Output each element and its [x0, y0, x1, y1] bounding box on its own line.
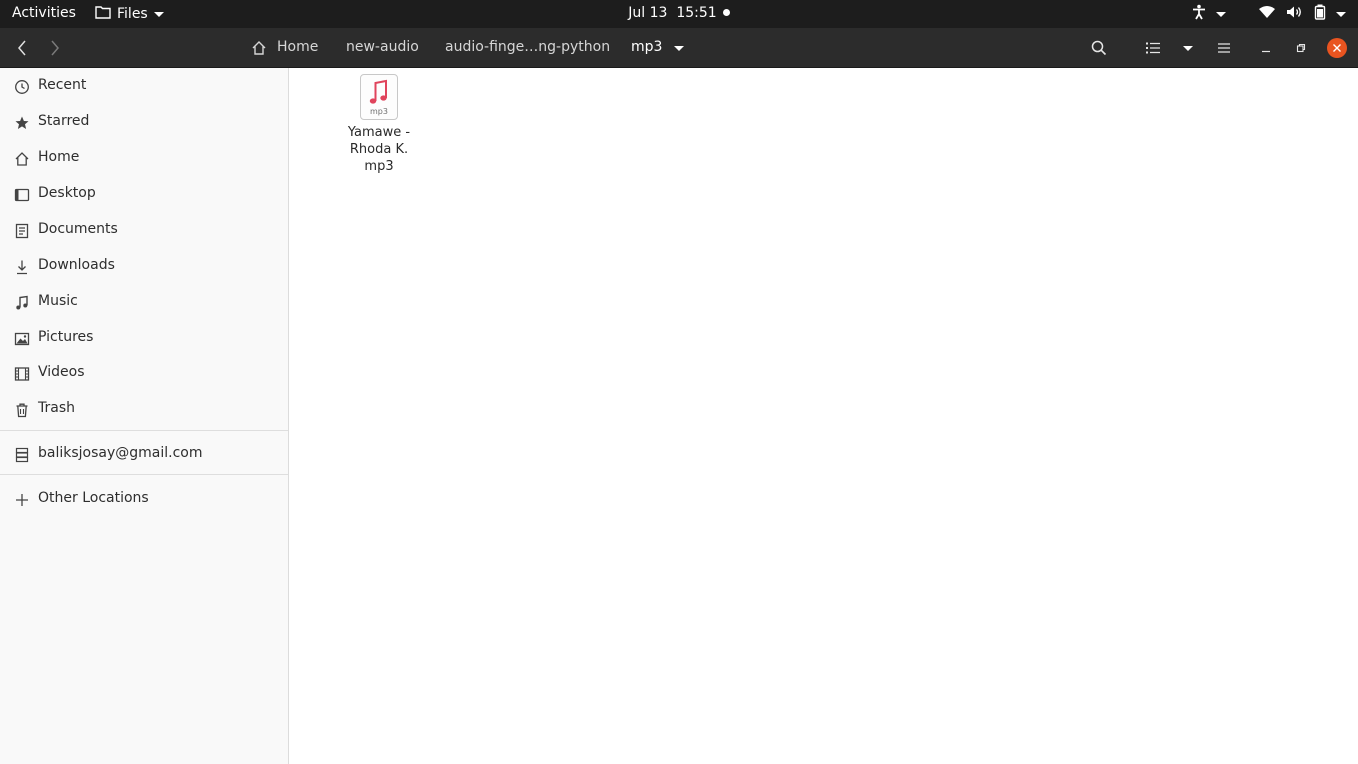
- sidebar-item-starred[interactable]: Starred: [0, 105, 288, 139]
- desktop-icon: [13, 186, 31, 204]
- sidebar-item-recent[interactable]: Recent: [0, 69, 288, 103]
- star-icon: [13, 114, 31, 132]
- sidebar-divider: [0, 430, 288, 431]
- breadcrumb-mp3[interactable]: mp3: [631, 39, 662, 55]
- system-tray[interactable]: [1192, 4, 1346, 24]
- sidebar-item-downloads[interactable]: Downloads: [0, 249, 288, 283]
- home-icon: [13, 150, 31, 168]
- search-icon: [1091, 40, 1107, 56]
- close-icon: [1333, 44, 1341, 52]
- sidebar-item-pictures[interactable]: Pictures: [0, 321, 288, 355]
- list-view-button[interactable]: [1145, 40, 1161, 56]
- forward-button[interactable]: [45, 38, 65, 58]
- activities-button[interactable]: Activities: [12, 5, 76, 21]
- home-icon: [251, 40, 267, 56]
- date-label: Jul 13: [628, 5, 668, 21]
- audio-file-icon: mp3: [360, 74, 398, 120]
- plus-icon: [13, 491, 31, 509]
- sidebar-item-label: Pictures: [38, 329, 94, 345]
- close-button[interactable]: [1327, 38, 1347, 58]
- sidebar-item-music[interactable]: Music: [0, 285, 288, 319]
- top-bar: Activities Files Jul 13 15:51: [0, 0, 1358, 28]
- sidebar-divider: [0, 474, 288, 475]
- sidebar-item-label: Music: [38, 293, 78, 309]
- sidebar-item-label: Recent: [38, 77, 87, 93]
- trash-icon: [13, 401, 31, 419]
- restore-icon: [1296, 43, 1306, 53]
- file-name-line: Yamawe -: [347, 125, 411, 140]
- chevron-left-icon: [18, 40, 26, 56]
- clock-button[interactable]: Jul 13 15:51: [628, 5, 730, 21]
- sidebar-item-label: Starred: [38, 113, 90, 129]
- sidebar: Recent Starred Home Desktop Documents Do…: [0, 68, 289, 764]
- chevron-down-icon: [153, 11, 164, 17]
- sidebar-item-account[interactable]: baliksjosay@gmail.com: [0, 437, 288, 471]
- battery-icon[interactable]: [1314, 4, 1326, 24]
- chevron-down-icon[interactable]: [1183, 46, 1193, 51]
- app-menu[interactable]: Files: [95, 5, 164, 23]
- music-note-icon: [369, 79, 387, 104]
- music-icon: [13, 294, 31, 312]
- sidebar-item-label: Other Locations: [38, 490, 149, 506]
- sidebar-item-label: Documents: [38, 221, 118, 237]
- chevron-down-icon[interactable]: [674, 46, 684, 51]
- chevron-down-icon[interactable]: [1336, 11, 1346, 17]
- volume-icon[interactable]: [1286, 5, 1304, 23]
- sidebar-item-home[interactable]: Home: [0, 141, 288, 175]
- chevron-down-icon[interactable]: [1216, 11, 1226, 17]
- time-label: 15:51: [676, 5, 717, 21]
- search-button[interactable]: [1090, 39, 1108, 57]
- sidebar-item-label: Home: [38, 149, 80, 165]
- file-name-line: Rhoda K.: [349, 142, 409, 157]
- maximize-button[interactable]: [1293, 40, 1309, 56]
- breadcrumb-home[interactable]: Home: [277, 39, 318, 55]
- picture-icon: [13, 330, 31, 348]
- server-icon: [13, 446, 31, 464]
- clock: Jul 13 15:51: [0, 5, 1358, 21]
- breadcrumb-audio-fingerprinting-python[interactable]: audio-finge…ng-python: [445, 39, 610, 55]
- minimize-icon: [1262, 50, 1270, 53]
- sidebar-item-label: Trash: [38, 400, 75, 416]
- menu-button[interactable]: [1216, 40, 1232, 56]
- hamburger-menu-icon: [1218, 43, 1230, 53]
- file-extension-label: mp3: [370, 107, 388, 116]
- file-name-line: mp3: [364, 159, 394, 174]
- download-icon: [13, 258, 31, 276]
- minimize-button[interactable]: [1258, 40, 1274, 56]
- chevron-right-icon: [51, 40, 59, 56]
- sidebar-item-label: Downloads: [38, 257, 115, 273]
- notification-dot-icon: [722, 8, 730, 16]
- document-icon: [13, 222, 31, 240]
- wifi-icon[interactable]: [1258, 5, 1276, 23]
- back-button[interactable]: [12, 38, 32, 58]
- clock-icon: [13, 78, 31, 96]
- app-menu-label: Files: [117, 6, 148, 22]
- sidebar-item-label: baliksjosay@gmail.com: [38, 445, 203, 461]
- list-view-icon: [1146, 42, 1160, 54]
- header-bar: Home new-audio audio-finge…ng-python mp3: [0, 28, 1358, 68]
- file-view[interactable]: mp3 Yamawe - Rhoda K. mp3: [289, 68, 1358, 764]
- sidebar-item-label: Desktop: [38, 185, 96, 201]
- sidebar-item-documents[interactable]: Documents: [0, 213, 288, 247]
- file-item[interactable]: mp3 Yamawe - Rhoda K. mp3: [334, 74, 424, 175]
- sidebar-item-label: Videos: [38, 364, 85, 380]
- folder-icon: [95, 5, 111, 23]
- sidebar-item-other-locations[interactable]: Other Locations: [0, 482, 288, 516]
- sidebar-item-videos[interactable]: Videos: [0, 356, 288, 390]
- film-icon: [13, 365, 31, 383]
- file-name: Yamawe - Rhoda K. mp3: [334, 124, 424, 175]
- sidebar-item-desktop[interactable]: Desktop: [0, 177, 288, 211]
- sidebar-item-trash[interactable]: Trash: [0, 392, 288, 426]
- breadcrumb-new-audio[interactable]: new-audio: [346, 39, 419, 55]
- accessibility-icon[interactable]: [1192, 4, 1206, 24]
